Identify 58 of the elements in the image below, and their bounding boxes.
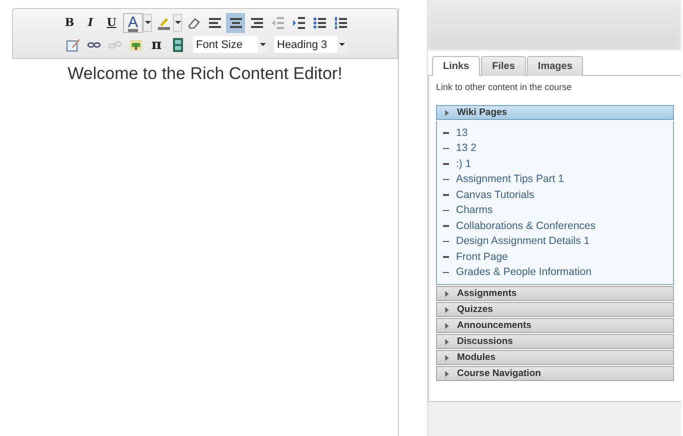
dash-icon [443,256,449,258]
description-text: Link to other content in the course [436,82,573,92]
numbered-list-icon [332,14,348,30]
dash-icon [443,225,449,226]
section-header[interactable]: Modules [436,350,674,365]
italic-button[interactable]: I [81,12,100,32]
dash-icon [443,194,449,196]
page-link[interactable]: :) 1 [456,158,472,170]
bold-button[interactable]: B [60,12,79,32]
page-link[interactable]: 13 [456,126,468,139]
outdent-icon [270,14,286,30]
section-header[interactable]: Quizzes [436,302,674,317]
equation-button[interactable]: π [147,34,166,54]
triangle-icon [445,338,449,344]
dash-icon [443,178,449,180]
dash-icon [443,210,449,211]
caret-icon [174,21,180,24]
page-link[interactable]: Assignment Tips Part 1 [456,173,564,186]
page-link[interactable]: Canvas Tutorials [456,188,534,201]
triangle-icon [445,110,449,116]
dash-icon [443,163,449,164]
align-center-button[interactable] [226,12,245,32]
caret-icon [260,43,266,46]
triangle-icon [445,370,449,376]
triangle-icon [445,354,449,360]
bullet-list-icon [312,14,328,30]
page-link[interactable]: Charms [456,204,493,216]
dropdown-button[interactable] [173,14,182,32]
underline-button[interactable]: U [102,12,121,32]
dash-icon [443,240,449,242]
section-header[interactable]: Discussions [436,334,674,349]
section-header[interactable]: Course Navigation [436,366,674,381]
page-link[interactable]: Collaborations & Conferences [456,220,596,232]
pencil-page-icon [64,36,80,52]
caret-icon [144,21,150,24]
dropdown-button[interactable] [143,14,152,32]
tab[interactable]: Links [432,56,480,76]
dropdown-select[interactable]: Heading 3 [274,36,347,53]
section-header[interactable]: Assignments [436,286,674,301]
text-color-button[interactable]: A [123,12,143,32]
page-link[interactable]: Design Assignment Details 1 [456,235,590,248]
dropdown-select[interactable]: Font Size [193,36,268,53]
triangle-icon [445,306,449,312]
dash-icon [443,132,449,134]
editor-heading: Welcome to the Rich Content Editor! [66,64,344,84]
tab[interactable]: Images [526,56,584,76]
page-link[interactable]: 13 2 [456,142,476,154]
tab[interactable]: Files [481,56,526,76]
dash-icon [443,148,449,149]
triangle-icon [445,322,449,328]
section-header[interactable]: Wiki Pages [436,105,674,120]
section-header[interactable]: Announcements [436,318,674,333]
page-link[interactable]: Grades & People Information [456,266,592,278]
triangle-icon [445,290,449,296]
dash-icon [443,272,449,273]
caret-icon [339,43,345,46]
page-link[interactable]: Front Page [456,250,508,263]
indent-icon [290,14,306,30]
